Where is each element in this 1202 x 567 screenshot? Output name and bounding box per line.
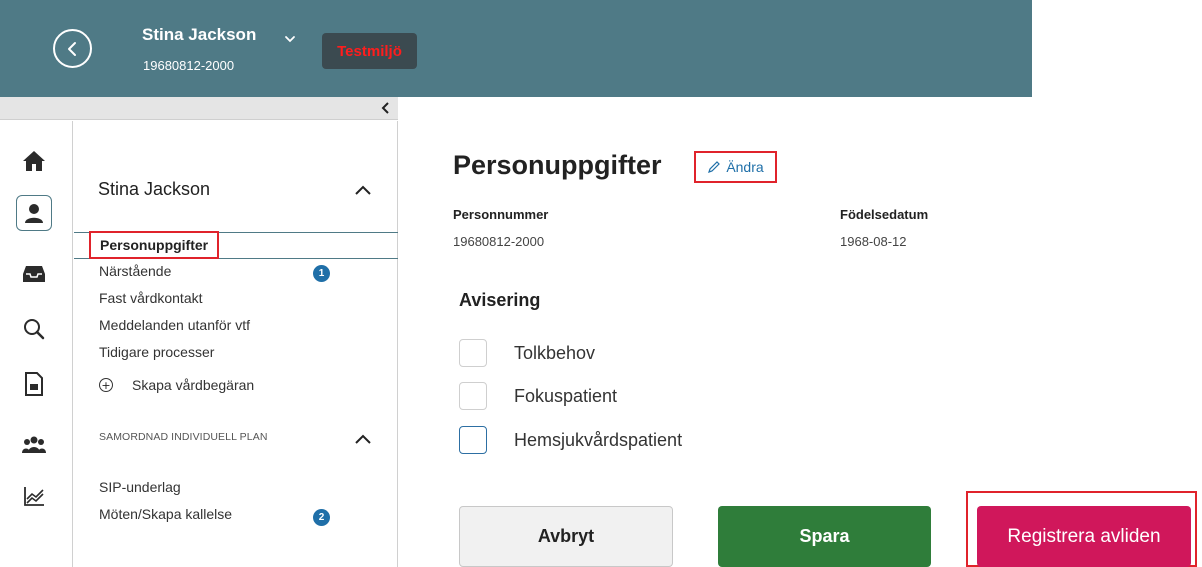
chevron-down-icon: [285, 36, 295, 43]
fodelsedatum-value: 1968-08-12: [840, 234, 907, 249]
patient-header: Stina Jackson 19680812-2000 Testmiljö: [0, 0, 1032, 97]
patient-menu-button[interactable]: [284, 30, 296, 49]
plus-icon: +: [99, 378, 113, 392]
nav-statistics[interactable]: [16, 478, 52, 514]
sidebar-item-narstaende[interactable]: Närstående: [99, 263, 171, 279]
icon-rail: [0, 121, 73, 567]
tolkbehov-checkbox[interactable]: [459, 339, 487, 367]
chevron-left-icon: [381, 102, 389, 114]
sidebar-item-moten[interactable]: Möten/Skapa kallelse: [99, 506, 232, 522]
fodelsedatum-label: Födelsedatum: [840, 207, 929, 222]
create-care-request-link[interactable]: Skapa vårdbegäran: [132, 377, 254, 393]
fokuspatient-label: Fokuspatient: [514, 386, 618, 406]
sip-section-title: SAMORDNAD INDIVIDUELL PLAN: [99, 431, 268, 443]
nav-search[interactable]: [16, 311, 52, 347]
group-icon: [22, 436, 46, 453]
fokuspatient-checkbox[interactable]: [459, 382, 487, 410]
nav-inbox[interactable]: [16, 256, 52, 292]
environment-badge: Testmiljö: [322, 33, 417, 69]
sidebar-collapse-bar: [0, 97, 398, 120]
nav-groups[interactable]: [16, 426, 52, 462]
home-icon: [23, 151, 45, 171]
search-icon: [24, 319, 45, 340]
register-deceased-button[interactable]: Registrera avliden: [977, 506, 1191, 567]
avisering-heading: Avisering: [459, 290, 541, 310]
sidebar-item-tidigare-processer[interactable]: Tidigare processer: [99, 344, 214, 360]
patient-icon: [25, 204, 43, 223]
sidebar-item-sip-underlag[interactable]: SIP-underlag: [99, 479, 181, 495]
back-button[interactable]: [53, 29, 92, 68]
document-chart-icon: [25, 372, 43, 396]
nav-patient[interactable]: [16, 195, 52, 231]
nav-documents[interactable]: [16, 366, 52, 402]
page-title: Personuppgifter: [453, 150, 662, 180]
edit-link[interactable]: Ändra: [694, 151, 777, 183]
nav-home[interactable]: [16, 143, 52, 179]
sidebar-item-fast-vardkontakt[interactable]: Fast vårdkontakt: [99, 290, 203, 306]
chevron-up-icon: [355, 434, 371, 444]
notification-badge: 2: [313, 509, 330, 526]
pencil-icon: [708, 161, 721, 173]
patient-name: Stina Jackson: [142, 25, 257, 44]
collapse-patient-section-button[interactable]: [354, 181, 372, 200]
notification-badge: 1: [313, 265, 330, 282]
patient-sidebar: Stina Jackson Personuppgifter Närstående…: [74, 121, 398, 567]
chevron-left-icon: [67, 41, 76, 56]
collapse-sidebar-button[interactable]: [380, 100, 392, 119]
hemsjukvardspatient-checkbox[interactable]: [459, 426, 487, 454]
chevron-up-icon: [355, 185, 371, 195]
tolkbehov-label: Tolkbehov: [514, 343, 596, 363]
sidebar-title: Stina Jackson: [98, 179, 211, 199]
personnummer-value: 19680812-2000: [453, 234, 545, 249]
save-button[interactable]: Spara: [718, 506, 931, 567]
collapse-sip-section-button[interactable]: [354, 430, 372, 449]
sidebar-item-personuppgifter[interactable]: Personuppgifter: [89, 231, 220, 259]
inbox-icon: [23, 266, 45, 282]
sidebar-item-meddelanden[interactable]: Meddelanden utanför vtf: [99, 317, 250, 333]
edit-label: Ändra: [726, 159, 764, 175]
patient-id: 19680812-2000: [143, 58, 235, 73]
personnummer-label: Personnummer: [453, 207, 549, 222]
cancel-button[interactable]: Avbryt: [459, 506, 673, 567]
hemsjukvardspatient-label: Hemsjukvårdspatient: [514, 430, 683, 450]
trend-chart-icon: [24, 487, 44, 506]
